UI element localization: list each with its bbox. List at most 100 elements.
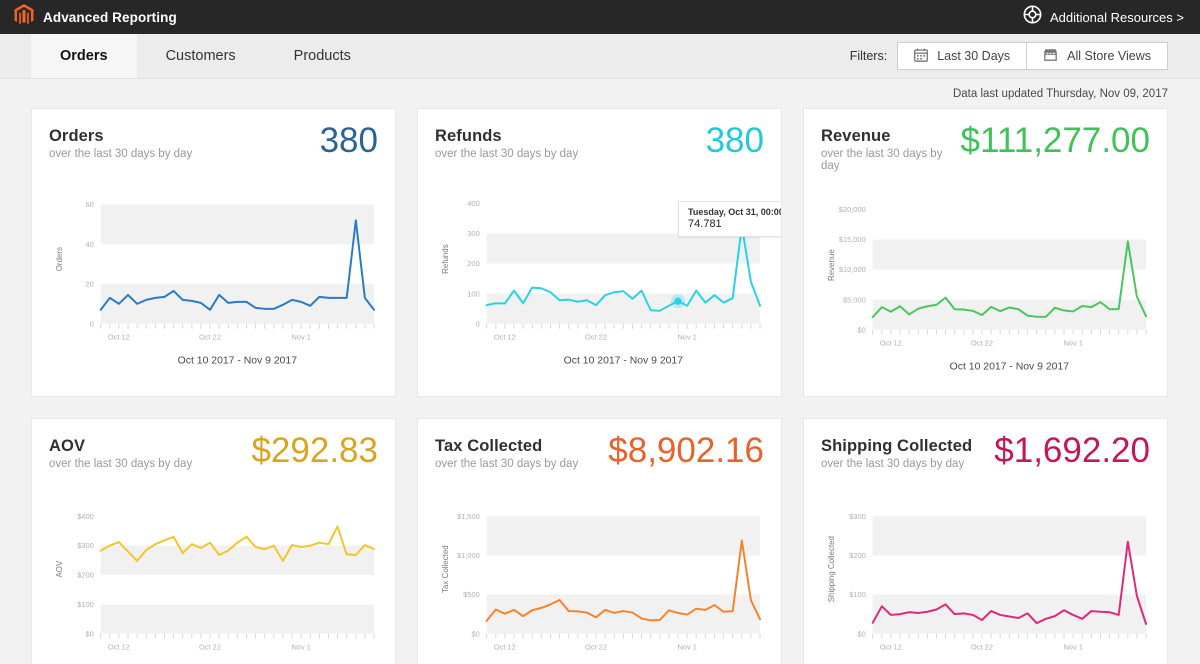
date-range-filter-label: Last 30 Days [937,49,1010,63]
card-titles: Shipping Collected over the last 30 days… [821,437,994,470]
card-subtitle: over the last 30 days by day [49,458,251,470]
tab-strip: Orders Customers Products Filters: [0,34,1200,79]
svg-text:$5,000: $5,000 [843,295,866,304]
svg-text:Oct 22: Oct 22 [585,643,607,652]
svg-text:Oct 10 2017 - Nov 9 2017: Oct 10 2017 - Nov 9 2017 [950,361,1070,372]
line-chart[interactable]: 0204060Oct 12Oct 22Nov 1Orders Oct 10 20… [49,170,378,388]
tab-list: Orders Customers Products [31,34,380,78]
line-chart[interactable]: 0100200300400Oct 12Oct 22Nov 1Refunds Oc… [435,170,764,388]
additional-resources-label: Additional Resources > [1050,10,1184,25]
brand-title: Advanced Reporting [43,10,177,25]
svg-text:Oct 22: Oct 22 [971,643,993,652]
svg-text:Oct 12: Oct 12 [108,333,130,342]
card-header: Shipping Collected over the last 30 days… [821,437,1150,470]
svg-text:300: 300 [467,229,479,238]
store-view-filter-label: All Store Views [1067,49,1151,63]
store-view-filter-button[interactable]: All Store Views [1027,42,1168,70]
card-titles: AOV over the last 30 days by day [49,437,251,470]
svg-text:Oct 12: Oct 12 [494,643,516,652]
svg-text:Refunds: Refunds [441,244,450,274]
tab-customers[interactable]: Customers [137,34,265,78]
metric-card-orders: Orders over the last 30 days by day 380 … [31,108,396,397]
card-title: Shipping Collected [821,437,994,456]
svg-text:$100: $100 [77,600,94,609]
svg-text:Oct 12: Oct 12 [494,333,516,342]
svg-text:Oct 12: Oct 12 [880,643,902,652]
chart-container[interactable]: $0$5,000$10,000$15,000$20,000Oct 12Oct 2… [821,182,1150,388]
svg-text:Nov 1: Nov 1 [291,333,310,342]
svg-text:$200: $200 [77,571,94,580]
line-chart[interactable]: $0$100$200$300$400Oct 12Oct 22Nov 1AOV O… [49,480,378,664]
svg-text:400: 400 [467,199,479,208]
filters-label: Filters: [850,49,888,63]
tab-orders-label: Orders [60,48,108,64]
metric-card-revenue: Revenue over the last 30 days by day $11… [803,108,1168,397]
metric-card-tax-collected: Tax Collected over the last 30 days by d… [417,418,782,664]
tab-customers-label: Customers [166,48,236,64]
card-value: $111,277.00 [961,124,1150,157]
svg-text:Shipping Collected: Shipping Collected [827,536,836,602]
card-subtitle: over the last 30 days by day [821,148,961,172]
lifebuoy-icon [1023,5,1042,29]
svg-text:Oct 12: Oct 12 [880,339,902,348]
svg-text:$20,000: $20,000 [839,205,866,214]
metric-card-shipping-collected: Shipping Collected over the last 30 days… [803,418,1168,664]
svg-text:$1,500: $1,500 [457,512,480,521]
card-titles: Revenue over the last 30 days by day [821,127,961,172]
tab-orders[interactable]: Orders [31,34,137,78]
svg-text:$300: $300 [77,541,94,550]
card-subtitle: over the last 30 days by day [49,148,320,160]
card-header: Tax Collected over the last 30 days by d… [435,437,764,470]
card-header: AOV over the last 30 days by day $292.83 [49,437,378,470]
card-titles: Tax Collected over the last 30 days by d… [435,437,608,470]
svg-text:Oct 22: Oct 22 [199,643,221,652]
additional-resources-link[interactable]: Additional Resources > [1023,5,1184,29]
top-bar: Advanced Reporting Additional Resources … [0,0,1200,34]
svg-text:$300: $300 [849,512,866,521]
svg-text:Revenue: Revenue [827,249,836,281]
card-title: Orders [49,127,320,146]
svg-text:Orders: Orders [55,247,64,271]
card-header: Orders over the last 30 days by day 380 [49,127,378,160]
card-value: $292.83 [251,434,378,467]
svg-text:Nov 1: Nov 1 [677,333,696,342]
card-title: Tax Collected [435,437,608,456]
svg-text:Nov 1: Nov 1 [1063,339,1082,348]
brand: Advanced Reporting [14,4,177,31]
svg-text:$10,000: $10,000 [839,265,866,274]
card-subtitle: over the last 30 days by day [821,458,994,470]
date-range-filter-button[interactable]: Last 30 Days [897,42,1027,70]
tab-products[interactable]: Products [265,34,380,78]
line-chart[interactable]: $0$100$200$300Oct 12Oct 22Nov 1Shipping … [821,480,1150,664]
svg-text:$0: $0 [857,629,865,638]
filter-button-group: Last 30 Days All Store Views [897,42,1168,70]
svg-text:Oct 10 2017 - Nov 9 2017: Oct 10 2017 - Nov 9 2017 [564,355,684,366]
svg-text:$1,000: $1,000 [457,551,480,560]
magento-logo-icon [14,4,34,31]
line-chart[interactable]: $0$5,000$10,000$15,000$20,000Oct 12Oct 2… [821,182,1150,388]
chart-container[interactable]: $0$100$200$300$400Oct 12Oct 22Nov 1AOV O… [49,480,378,664]
card-value: 380 [706,124,764,157]
chart-container[interactable]: $0$100$200$300Oct 12Oct 22Nov 1Shipping … [821,480,1150,664]
card-subtitle: over the last 30 days by day [435,148,706,160]
svg-text:Tax Collected: Tax Collected [441,545,450,593]
chart-container[interactable]: $0$500$1,000$1,500Oct 12Oct 22Nov 1Tax C… [435,480,764,664]
card-value: $1,692.20 [994,434,1150,467]
line-chart[interactable]: $0$500$1,000$1,500Oct 12Oct 22Nov 1Tax C… [435,480,764,664]
chart-container[interactable]: 0100200300400Oct 12Oct 22Nov 1Refunds Oc… [435,170,764,388]
store-icon [1043,48,1058,65]
svg-text:AOV: AOV [55,560,64,577]
svg-text:$200: $200 [849,551,866,560]
card-titles: Orders over the last 30 days by day [49,127,320,160]
chart-container[interactable]: 0204060Oct 12Oct 22Nov 1Orders Oct 10 20… [49,170,378,388]
data-last-updated: Data last updated Thursday, Nov 09, 2017 [0,79,1200,100]
card-title: AOV [49,437,251,456]
card-title: Revenue [821,127,961,146]
card-value: $8,902.16 [608,434,764,467]
svg-text:200: 200 [467,259,479,268]
svg-text:Oct 22: Oct 22 [585,333,607,342]
svg-text:20: 20 [85,280,93,289]
metric-card-refunds: Refunds over the last 30 days by day 380… [417,108,782,397]
svg-text:60: 60 [85,200,93,209]
metrics-grid: Orders over the last 30 days by day 380 … [0,100,1200,664]
